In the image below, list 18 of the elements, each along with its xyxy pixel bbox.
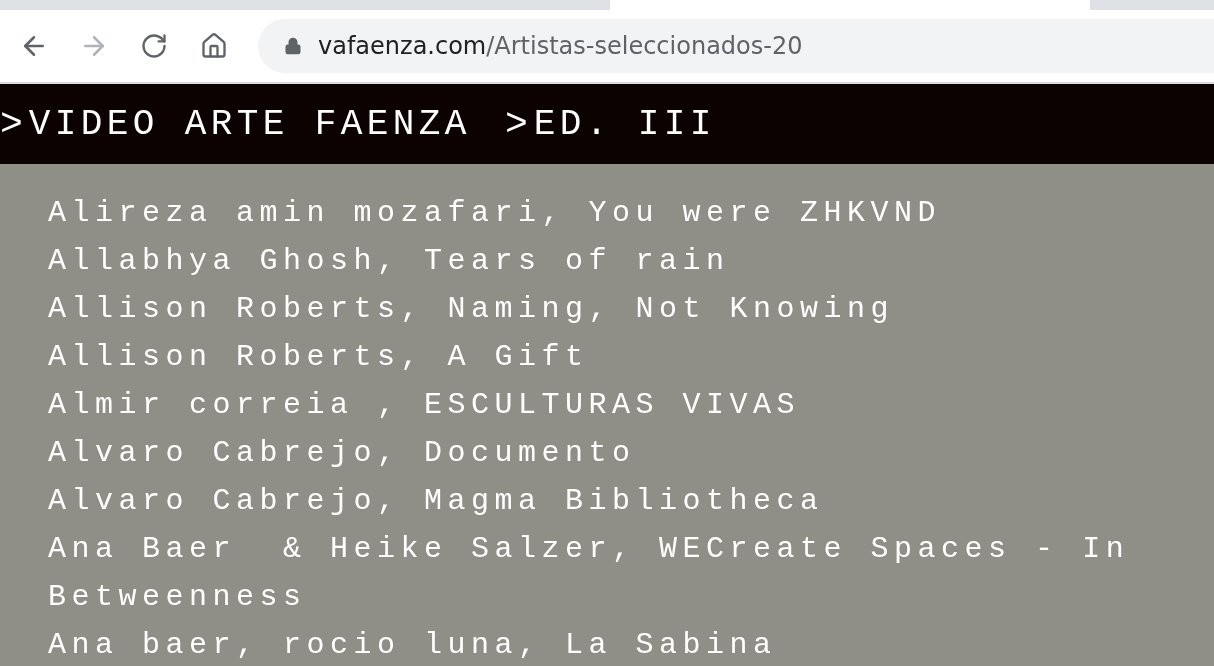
- artist-entry[interactable]: Allabhya Ghosh, Tears of rain: [48, 237, 1194, 285]
- home-icon[interactable]: [200, 32, 228, 60]
- breadcrumb-link[interactable]: VIDEO ARTE FAENZA: [28, 103, 471, 145]
- chevron-glyph: >: [504, 102, 528, 146]
- artist-entry[interactable]: Alvaro Cabrejo, Documento: [48, 429, 1194, 477]
- address-bar[interactable]: vafaenza.com/Artistas-seleccionados-20: [258, 19, 1214, 73]
- artist-entry[interactable]: Almir correia , ESCULTURAS VIVAS: [48, 381, 1194, 429]
- artist-entry[interactable]: Allison Roberts, A Gift: [48, 333, 1194, 381]
- artist-entry[interactable]: Ana Baer & Heike Salzer, WECreate Spaces - In Betweenness: [48, 525, 1194, 621]
- artist-entry[interactable]: Alireza amin mozafari, You were ZHKVND: [48, 189, 1194, 237]
- artist-entry[interactable]: Alvaro Cabrejo, Magma Bibliotheca: [48, 477, 1194, 525]
- artist-entry[interactable]: Allison Roberts, Naming, Not Knowing: [48, 285, 1194, 333]
- chevron-glyph: >: [0, 102, 23, 146]
- reload-icon[interactable]: [140, 32, 168, 60]
- artist-entry[interactable]: Ana baer, rocio luna, La Sabina: [48, 621, 1194, 666]
- lock-icon: [284, 37, 302, 55]
- breadcrumb-link[interactable]: ED. III: [533, 103, 716, 145]
- url-text: vafaenza.com/Artistas-seleccionados-20: [318, 32, 803, 60]
